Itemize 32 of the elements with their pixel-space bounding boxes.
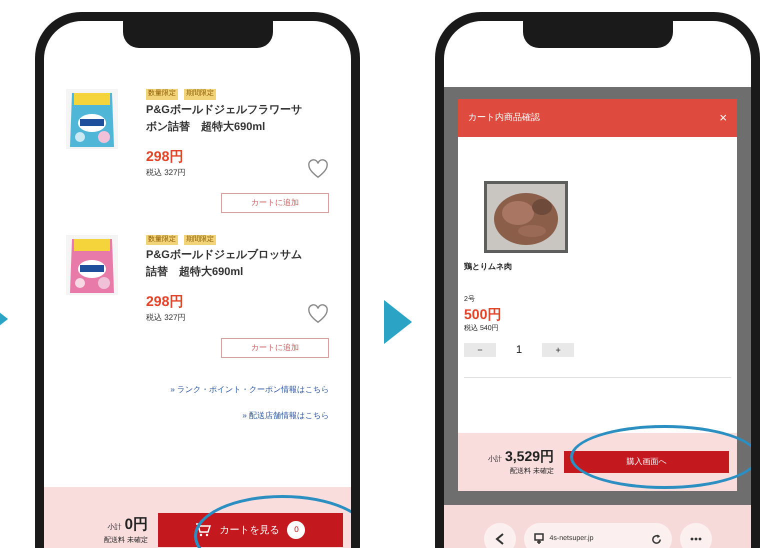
subtotal: 3,529円 xyxy=(505,447,554,466)
heart-icon[interactable] xyxy=(307,158,329,178)
more-button[interactable] xyxy=(680,523,712,548)
product-name: P&Gボールドジェルフラワーサボン詰替 超特大690ml xyxy=(146,102,303,134)
tax-price: 税込 327円 xyxy=(146,312,186,324)
cart-icon xyxy=(195,523,212,537)
cart-count-badge: 0 xyxy=(287,521,306,539)
tax-price: 税込 327円 xyxy=(146,166,186,178)
tabs-icon xyxy=(534,533,544,545)
add-to-cart-button[interactable]: カートに追加 xyxy=(221,338,329,358)
increase-button[interactable]: + xyxy=(542,343,574,358)
view-cart-button[interactable]: カートを見る 0 xyxy=(158,513,343,547)
arrow-icon xyxy=(384,300,412,344)
item-price: 500円 xyxy=(464,306,502,322)
back-button[interactable] xyxy=(484,523,516,548)
back-icon xyxy=(494,533,504,545)
close-button[interactable]: × xyxy=(719,108,727,128)
price: 298円 xyxy=(146,292,184,311)
reload-icon[interactable] xyxy=(650,534,662,544)
add-to-cart-button[interactable]: カートに追加 xyxy=(221,192,329,212)
info-link[interactable]: » 配送店舗情報はこちら xyxy=(242,410,329,422)
quantity: 1 xyxy=(516,343,522,358)
item-name: 鶏とりムネ肉 xyxy=(464,261,513,273)
heart-icon[interactable] xyxy=(307,304,329,324)
decrease-button[interactable]: − xyxy=(464,343,496,358)
price: 298円 xyxy=(146,146,184,166)
modal-title: カート内商品確認 xyxy=(468,111,540,124)
info-link[interactable]: » ランク・ポイント・クーポン情報はこちら xyxy=(170,384,329,396)
more-icon xyxy=(690,537,702,541)
product-name: P&Gボールドジェルブロッサム詰替 超特大690ml xyxy=(146,248,303,280)
purchase-button[interactable]: 購入画面へ xyxy=(564,451,729,473)
subtotal: 0円 xyxy=(124,514,148,534)
